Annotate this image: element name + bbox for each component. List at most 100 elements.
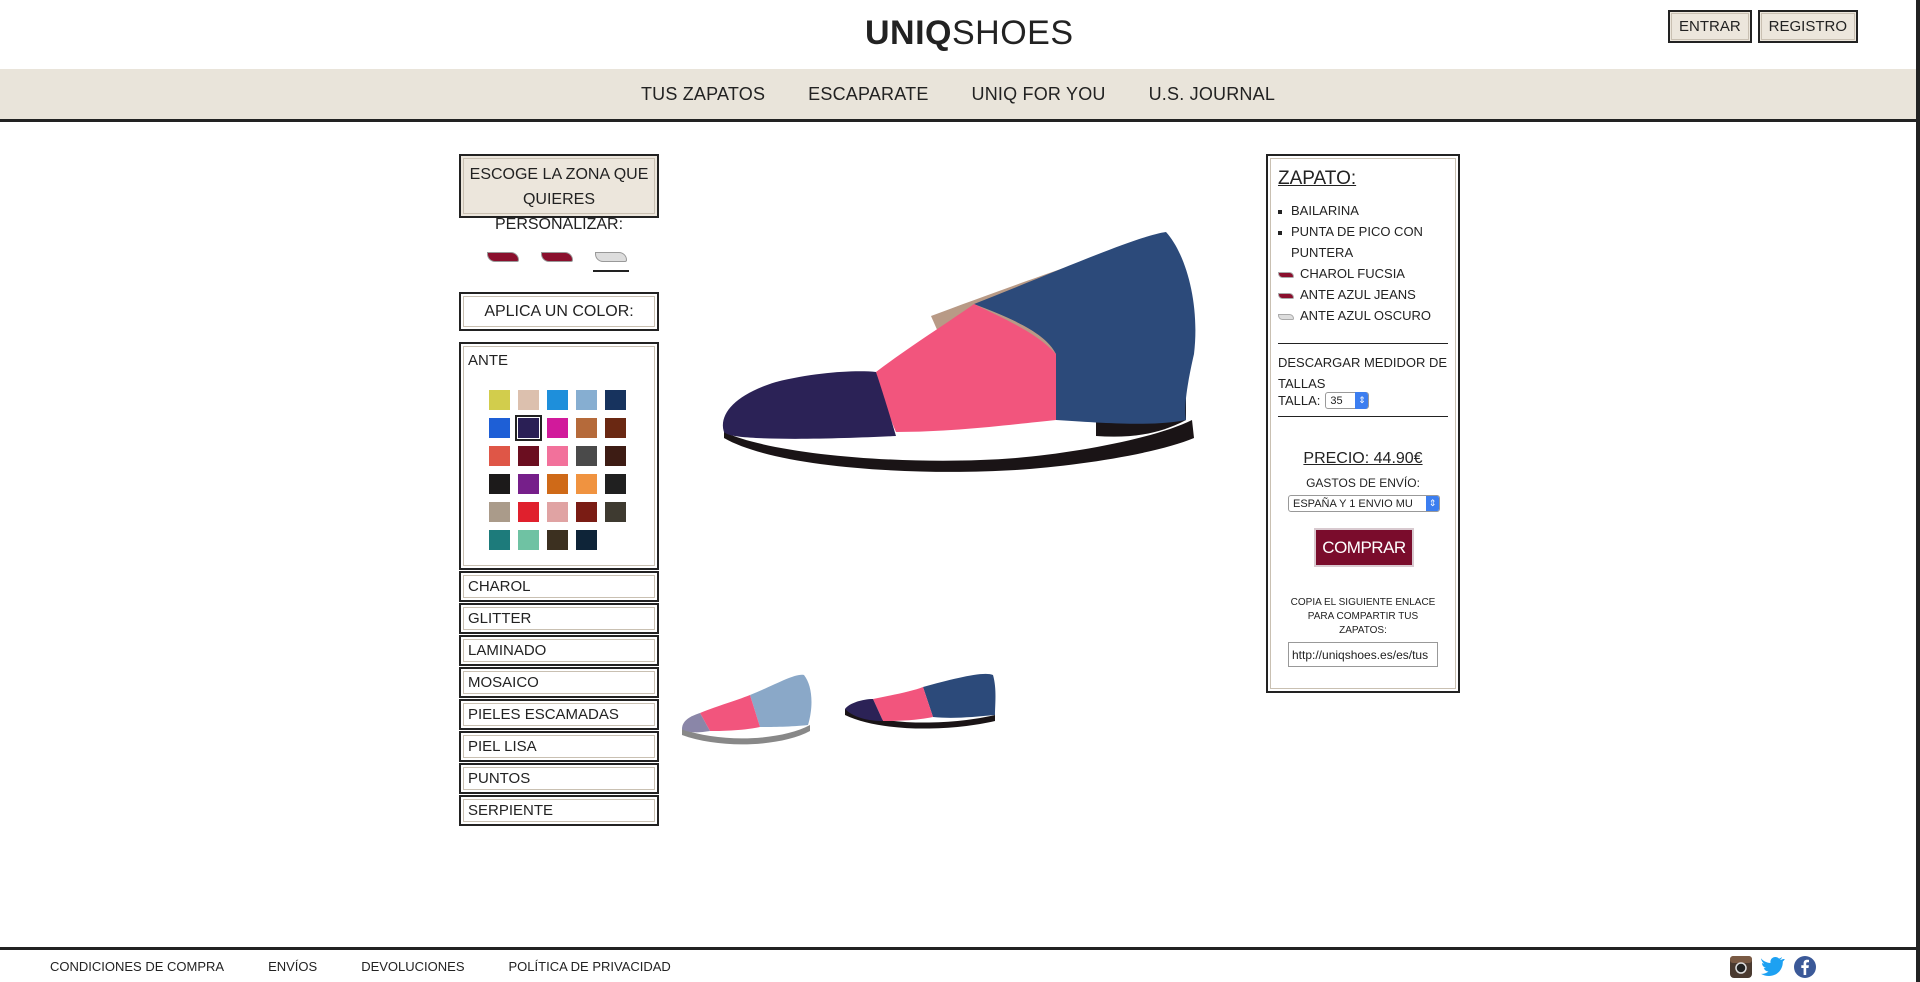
facebook-icon[interactable]: [1793, 955, 1817, 979]
color-swatch[interactable]: [518, 530, 539, 550]
color-swatch[interactable]: [605, 446, 626, 466]
select-arrows-icon: ⇕: [1355, 392, 1369, 409]
twitter-icon[interactable]: [1761, 955, 1785, 979]
color-swatch[interactable]: [547, 390, 568, 410]
color-swatch[interactable]: [518, 390, 539, 410]
material-serpiente[interactable]: SERPIENTE: [459, 795, 659, 826]
nav-escaparate[interactable]: ESCAPARATE: [808, 84, 928, 105]
alt-view-side[interactable]: [843, 665, 998, 735]
color-swatch[interactable]: [547, 474, 568, 494]
color-swatch[interactable]: [605, 418, 626, 438]
color-swatch[interactable]: [518, 502, 539, 522]
material-pieles-escamadas[interactable]: PIELES ESCAMADAS: [459, 699, 659, 730]
color-swatch[interactable]: [515, 415, 542, 441]
social-links: [1729, 955, 1817, 979]
footer-privacy-link[interactable]: POLÍTICA DE PRIVACIDAD: [509, 959, 671, 974]
material-laminado[interactable]: LAMINADO: [459, 635, 659, 666]
download-size-guide-link[interactable]: DESCARGAR MEDIDOR DE TALLAS: [1278, 352, 1453, 394]
select-arrows-icon: ⇕: [1426, 496, 1439, 511]
alt-front-body: [700, 695, 760, 731]
color-swatch[interactable]: [576, 474, 597, 494]
color-swatch[interactable]: [547, 502, 568, 522]
alt-side-heel: [923, 673, 996, 718]
auth-buttons: ENTRAR REGISTRO: [1668, 10, 1859, 43]
swatch-grid: [489, 390, 626, 550]
spec-part-2: ANTE AZUL OSCURO: [1278, 305, 1431, 326]
color-swatch[interactable]: [605, 390, 626, 410]
spec-part-0: CHAROL FUCSIA: [1278, 263, 1405, 284]
shoe-toe-part: [722, 371, 896, 439]
color-swatch[interactable]: [547, 446, 568, 466]
color-swatch[interactable]: [576, 530, 597, 550]
nav-us-journal[interactable]: U.S. JOURNAL: [1149, 84, 1275, 105]
color-swatch[interactable]: [489, 418, 510, 438]
zone-thumb-1-icon: [541, 252, 573, 262]
footer-shipping-link[interactable]: ENVÍOS: [268, 959, 317, 974]
zone-thumb-body[interactable]: [539, 246, 575, 272]
spec-toe: PUNTA DE PICO CON PUNTERA: [1278, 221, 1448, 263]
material-ante[interactable]: ANTE: [468, 352, 508, 369]
size-label: TALLA:: [1278, 393, 1321, 408]
color-swatch[interactable]: [518, 474, 539, 494]
color-swatch[interactable]: [576, 446, 597, 466]
bullet-icon: [1278, 230, 1282, 235]
logo[interactable]: UNIQSHOES: [865, 14, 1074, 53]
bullet-icon: [1278, 209, 1282, 214]
footer-returns-link[interactable]: DEVOLUCIONES: [361, 959, 464, 974]
color-swatch[interactable]: [489, 502, 510, 522]
alt-front-heel: [750, 674, 812, 727]
color-swatch[interactable]: [489, 474, 510, 494]
material-piel-lisa[interactable]: PIEL LISA: [459, 731, 659, 762]
zone-thumb-heel[interactable]: [593, 246, 629, 272]
material-charol[interactable]: CHAROL: [459, 571, 659, 602]
color-swatch[interactable]: [576, 418, 597, 438]
zone-thumb-2-icon: [595, 252, 627, 262]
logo-bold: UNIQ: [865, 14, 952, 52]
scrollbar-edge[interactable]: [1916, 0, 1920, 982]
color-swatch[interactable]: [489, 390, 510, 410]
shoe-preview: [722, 232, 1196, 472]
material-mosaico[interactable]: MOSAICO: [459, 667, 659, 698]
shoe-summary-panel: ZAPATO: BAILARINA PUNTA DE PICO CON PUNT…: [1266, 154, 1460, 693]
instagram-icon[interactable]: [1729, 955, 1753, 979]
share-link-input[interactable]: http://uniqshoes.es/es/tus: [1288, 642, 1438, 667]
material-puntos[interactable]: PUNTOS: [459, 763, 659, 794]
shipping-value: ESPAÑA Y 1 ENVIO MU: [1293, 497, 1413, 510]
size-select[interactable]: 35 ⇕: [1325, 392, 1370, 409]
zone-title: ESCOGE LA ZONA QUE QUIERES PERSONALIZAR:: [459, 154, 659, 233]
color-swatch[interactable]: [576, 502, 597, 522]
login-button[interactable]: ENTRAR: [1668, 10, 1752, 43]
nav-uniq-for-you[interactable]: UNIQ FOR YOU: [972, 84, 1106, 105]
nav-tus-zapatos[interactable]: TUS ZAPATOS: [641, 84, 765, 105]
zone-thumb-toe[interactable]: [485, 246, 521, 272]
alt-side-body: [873, 687, 933, 721]
alt-view-front[interactable]: [680, 665, 814, 745]
page: UNIQSHOES ENTRAR REGISTRO TUS ZAPATOS ES…: [0, 0, 1920, 982]
color-swatch[interactable]: [605, 502, 626, 522]
apply-color-title: APLICA UN COLOR:: [459, 292, 659, 331]
part-0-shoe-icon: [1278, 271, 1294, 278]
footer-conditions-link[interactable]: CONDICIONES DE COMPRA: [50, 959, 224, 974]
part-1-label: ANTE AZUL JEANS: [1300, 287, 1416, 302]
color-swatch[interactable]: [489, 530, 510, 550]
color-swatch[interactable]: [547, 530, 568, 550]
shipping-select[interactable]: ESPAÑA Y 1 ENVIO MU ⇕: [1288, 495, 1440, 512]
part-0-label: CHAROL FUCSIA: [1300, 266, 1405, 281]
color-swatch[interactable]: [605, 474, 626, 494]
material-glitter[interactable]: GLITTER: [459, 603, 659, 634]
header: UNIQSHOES ENTRAR REGISTRO: [0, 0, 1916, 69]
panel-title: ZAPATO:: [1278, 168, 1357, 189]
buy-button[interactable]: COMPRAR: [1314, 528, 1414, 567]
color-swatch[interactable]: [489, 446, 510, 466]
zone-thumb-0-icon: [487, 252, 519, 262]
register-button[interactable]: REGISTRO: [1757, 10, 1859, 43]
color-swatch[interactable]: [576, 390, 597, 410]
size-row: TALLA: 35 ⇕: [1278, 392, 1370, 409]
color-swatch[interactable]: [518, 446, 539, 466]
price: PRECIO: 44.90€: [1303, 450, 1423, 467]
color-swatch[interactable]: [547, 418, 568, 438]
spec-style: BAILARINA: [1278, 200, 1359, 221]
share-text: COPIA EL SIGUIENTE ENLACE PARA COMPARTIR…: [1290, 597, 1436, 636]
part-2-shoe-icon: [1278, 313, 1294, 320]
divider: [1278, 416, 1448, 417]
